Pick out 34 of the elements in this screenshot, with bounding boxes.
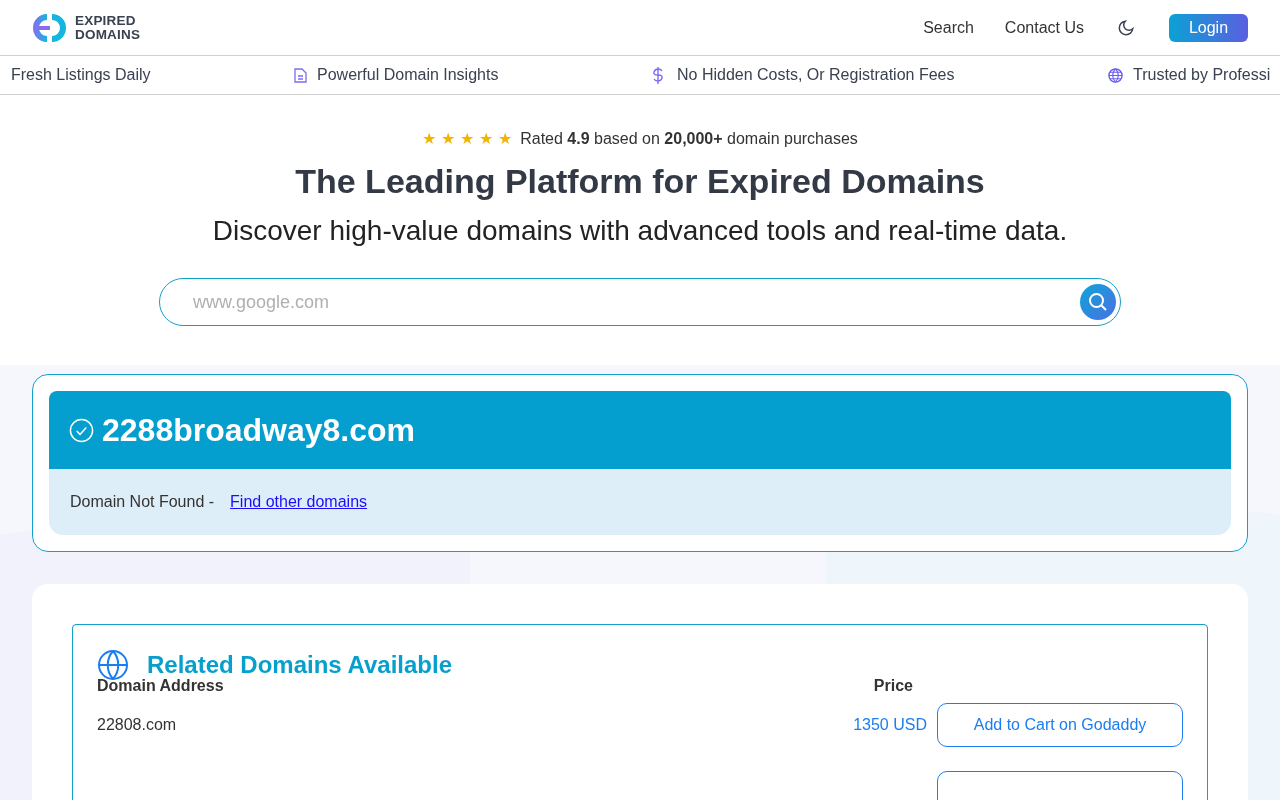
column-header: Domain Address [97,677,225,695]
login-button[interactable]: Login [1169,13,1248,42]
logo-text: EXPIRED DOMAINS [75,13,141,42]
star-icon: ★ [498,129,513,148]
star-icon: ★ [422,129,437,148]
check-circle-icon [69,417,94,443]
moon-icon[interactable] [1117,18,1135,37]
page-title: The Leading Platform for Expired Domains [295,162,985,201]
feature-text: No Hidden Costs, Or Registration Fees [677,66,955,84]
nav-link[interactable]: Search [923,18,974,37]
nav-link[interactable]: Contact Us [1004,18,1084,37]
feature-text: Powerful Domain Insights [317,66,499,84]
status-text: Domain Not Found - [70,493,215,511]
document-icon [294,67,307,83]
column-header: Price [872,677,914,695]
star-icon: ★ [479,129,494,148]
logo-icon [32,12,69,43]
feature-text: Trusted by Professi [1133,66,1271,84]
star-icon: ★ [441,129,456,148]
price-cell-text: 1350 USD [852,716,928,734]
search-field[interactable]: www.google.com [159,278,1121,326]
rating-text: Rated 4.9 based on 20,000+ domain purchases [520,129,858,148]
domain-name: 2288broadway8.com [102,411,416,449]
page-subtitle: Discover high-value domains with advanced tools and real-time data. [212,215,1068,247]
search-icon [1088,292,1108,312]
globe-icon [97,649,129,681]
add-to-cart-button[interactable]: Add to Cart on Godaddy [937,703,1183,747]
feature-text: Fresh Listings Daily [11,66,151,84]
find-domains-link[interactable]: Find other domains [230,493,368,511]
globe-icon [1108,67,1123,83]
dollar-icon [652,66,664,84]
star-icon: ★ [460,129,475,148]
section-title: Related Domains Available [147,651,452,679]
domain-cell-text: 22808.com [97,716,178,734]
